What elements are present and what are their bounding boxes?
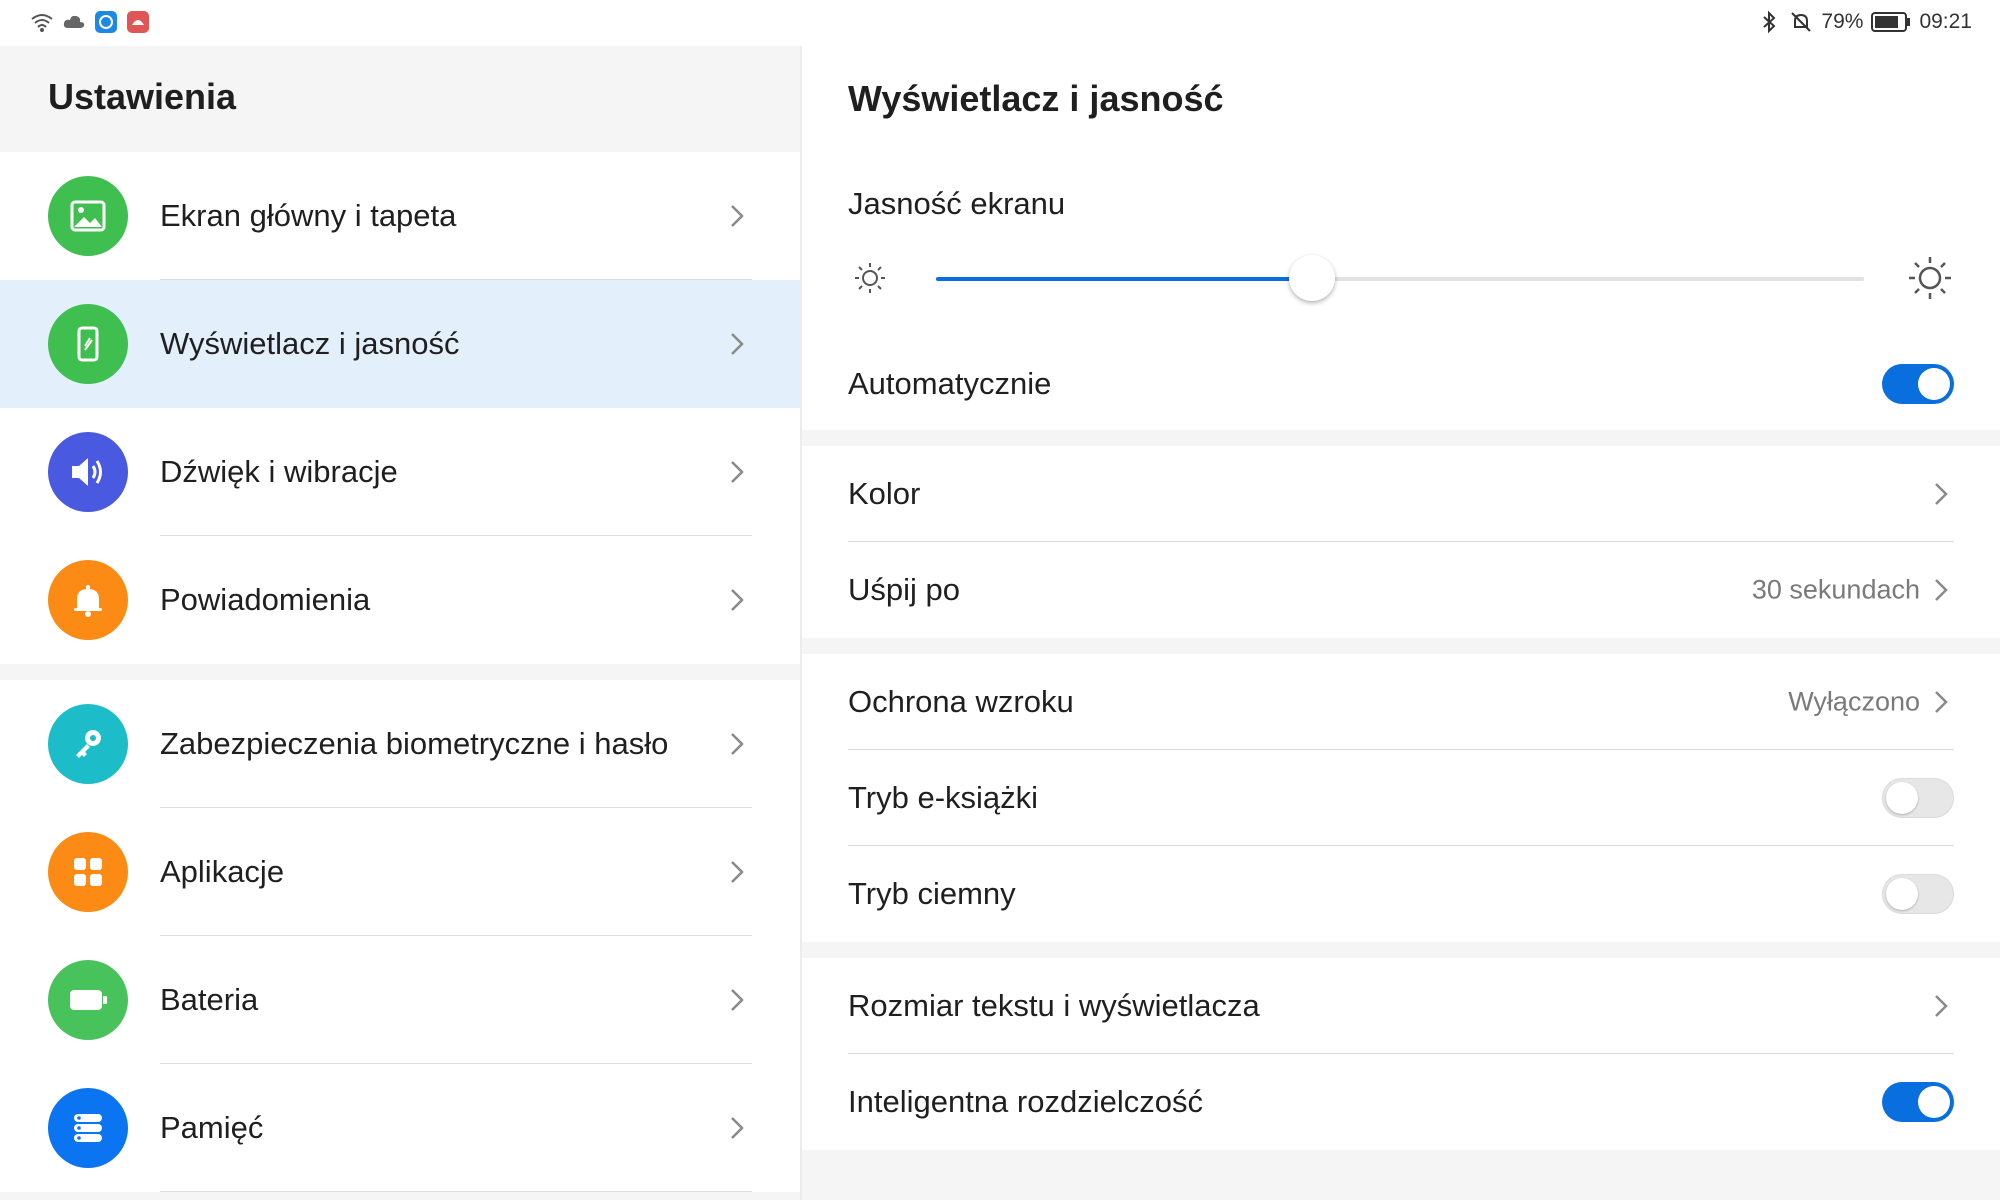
settings-menu-panel: Ustawienia Ekran główny i tapeta Wyświet… bbox=[0, 46, 800, 1200]
bell-icon bbox=[48, 560, 128, 640]
chevron-right-icon bbox=[731, 1117, 744, 1139]
battery-icon bbox=[1871, 12, 1911, 32]
menu-item-security[interactable]: Zabezpieczenia biometryczne i hasło bbox=[0, 680, 800, 808]
menu-item-label: Bateria bbox=[160, 982, 259, 1017]
battery-icon bbox=[48, 960, 128, 1040]
menu-item-sound[interactable]: Dźwięk i wibracje bbox=[0, 408, 800, 536]
chevron-right-icon bbox=[1935, 995, 1948, 1017]
wifi-icon bbox=[31, 14, 53, 32]
chevron-right-icon bbox=[731, 861, 744, 883]
storage-icon bbox=[48, 1088, 128, 1168]
toggle-knob bbox=[1918, 1086, 1950, 1118]
battery-percent: 79% bbox=[1821, 10, 1864, 33]
sleep-label: Uśpij po bbox=[848, 572, 960, 607]
chevron-right-icon bbox=[731, 589, 744, 611]
chevron-right-icon bbox=[731, 205, 744, 227]
ebook-mode-toggle[interactable] bbox=[1882, 778, 1954, 818]
chevron-right-icon bbox=[731, 989, 744, 1011]
chevron-right-icon bbox=[731, 733, 744, 755]
bluetooth-icon bbox=[1763, 10, 1776, 34]
smart-resolution-row[interactable]: Inteligentna rozdzielczość bbox=[802, 1054, 2000, 1150]
color-label: Kolor bbox=[848, 476, 921, 511]
brightness-slider-fill bbox=[936, 277, 1312, 281]
toggle-knob bbox=[1918, 368, 1950, 400]
app-notification-blue-icon bbox=[95, 11, 117, 33]
sun-large-icon bbox=[1909, 257, 1951, 299]
smart-resolution-label: Inteligentna rozdzielczość bbox=[848, 1084, 1203, 1119]
text-size-label: Rozmiar tekstu i wyświetlacza bbox=[848, 988, 1260, 1023]
auto-brightness-toggle[interactable] bbox=[1882, 364, 1954, 404]
status-bar: 79% 09:21 bbox=[0, 0, 2000, 46]
menu-group-2: Dźwięk i wibracje Powiadomienia bbox=[0, 408, 800, 664]
image-icon bbox=[48, 176, 128, 256]
text-size-row[interactable]: Rozmiar tekstu i wyświetlacza bbox=[802, 958, 2000, 1054]
menu-group-1: Ekran główny i tapeta Wyświetlacz i jasn… bbox=[0, 152, 800, 408]
color-row[interactable]: Kolor bbox=[802, 446, 2000, 542]
eye-comfort-label: Ochrona wzroku bbox=[848, 684, 1074, 719]
menu-item-label: Dźwięk i wibracje bbox=[160, 454, 398, 489]
brightness-label: Jasność ekranu bbox=[848, 186, 1066, 221]
cloud-icon bbox=[63, 15, 85, 28]
eye-comfort-row[interactable]: Ochrona wzroku Wyłączono bbox=[802, 654, 2000, 750]
chevron-right-icon bbox=[731, 333, 744, 355]
dark-mode-toggle[interactable] bbox=[1882, 874, 1954, 914]
menu-item-label: Ekran główny i tapeta bbox=[160, 198, 457, 233]
ebook-mode-label: Tryb e-książki bbox=[848, 780, 1039, 815]
chevron-right-icon bbox=[1935, 483, 1948, 505]
toggle-knob bbox=[1886, 878, 1918, 910]
sun-small-icon bbox=[855, 263, 885, 293]
brightness-group: Wyświetlacz i jasność Jasność ekranu Aut… bbox=[802, 46, 2000, 430]
menu-item-storage[interactable]: Pamięć bbox=[0, 1064, 800, 1192]
menu-item-home-screen[interactable]: Ekran główny i tapeta bbox=[0, 152, 800, 280]
key-icon bbox=[48, 704, 128, 784]
auto-brightness-row[interactable]: Automatycznie bbox=[802, 336, 2000, 432]
clock: 09:21 bbox=[1919, 10, 1972, 33]
dark-mode-label: Tryb ciemny bbox=[848, 876, 1016, 911]
toggle-knob bbox=[1886, 782, 1918, 814]
menu-item-display-brightness[interactable]: Wyświetlacz i jasność bbox=[0, 280, 800, 408]
brightness-slider[interactable] bbox=[936, 255, 1864, 301]
menu-item-label: Powiadomienia bbox=[160, 582, 371, 617]
menu-item-label: Pamięć bbox=[160, 1110, 264, 1145]
menu-group-3: Zabezpieczenia biometryczne i hasło Apli… bbox=[0, 680, 800, 1192]
ebook-mode-row[interactable]: Tryb e-książki bbox=[802, 750, 2000, 846]
eye-mode-group: Ochrona wzroku Wyłączono Tryb e-książki … bbox=[802, 654, 2000, 942]
brightness-slider-thumb[interactable] bbox=[1288, 255, 1335, 301]
color-sleep-group: Kolor Uśpij po 30 sekundach bbox=[802, 446, 2000, 638]
status-bar-left bbox=[30, 10, 150, 34]
eye-comfort-value: Wyłączono bbox=[1788, 686, 1920, 717]
auto-brightness-label: Automatycznie bbox=[848, 366, 1052, 401]
display-settings-panel: Wyświetlacz i jasność Jasność ekranu Aut… bbox=[802, 46, 2000, 1200]
huawei-notification-icon bbox=[127, 11, 149, 33]
menu-item-battery[interactable]: Bateria bbox=[0, 936, 800, 1064]
sleep-row[interactable]: Uśpij po 30 sekundach bbox=[802, 542, 2000, 638]
apps-grid-icon bbox=[48, 832, 128, 912]
chevron-right-icon bbox=[731, 461, 744, 483]
menu-item-label: Wyświetlacz i jasność bbox=[160, 326, 460, 361]
detail-title: Wyświetlacz i jasność bbox=[848, 78, 1224, 119]
chevron-right-icon bbox=[1935, 691, 1948, 713]
menu-item-label: Zabezpieczenia biometryczne i hasło bbox=[160, 726, 669, 761]
page-title: Ustawienia bbox=[48, 76, 237, 117]
bell-off-icon bbox=[1791, 12, 1812, 32]
smart-resolution-toggle[interactable] bbox=[1882, 1082, 1954, 1122]
dark-mode-row[interactable]: Tryb ciemny bbox=[802, 846, 2000, 942]
menu-item-label: Aplikacje bbox=[160, 854, 285, 889]
text-resolution-group: Rozmiar tekstu i wyświetlacza Inteligent… bbox=[802, 958, 2000, 1150]
status-bar-right: 79% 09:21 bbox=[1757, 10, 1972, 34]
menu-item-apps[interactable]: Aplikacje bbox=[0, 808, 800, 936]
phone-display-icon bbox=[48, 304, 128, 384]
divider bbox=[160, 1191, 752, 1192]
sleep-value: 30 sekundach bbox=[1751, 574, 1920, 605]
chevron-right-icon bbox=[1935, 579, 1948, 601]
speaker-icon bbox=[48, 432, 128, 512]
menu-item-notifications[interactable]: Powiadomienia bbox=[0, 536, 800, 664]
